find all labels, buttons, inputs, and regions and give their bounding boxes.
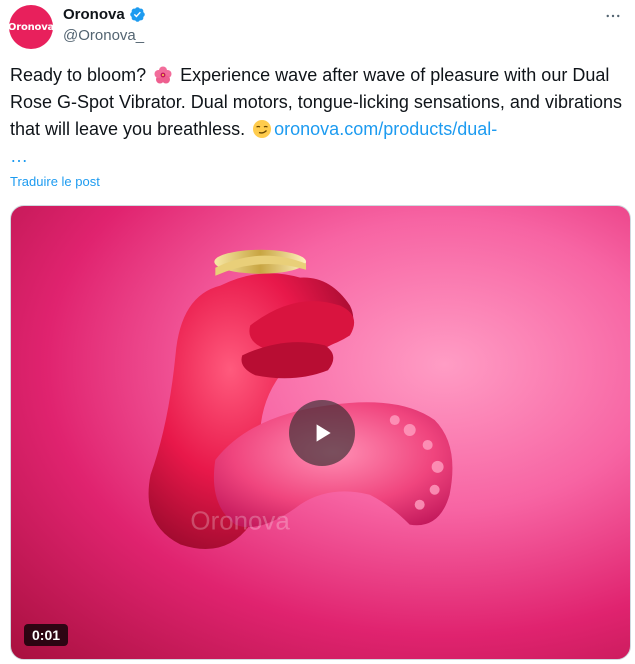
- video-watermark: Oronova: [190, 508, 290, 536]
- video-duration-badge: 0:01: [24, 624, 69, 646]
- avatar[interactable]: Oronova: [7, 5, 55, 49]
- author-name-row: Oronova: [63, 6, 146, 23]
- link-ellipsis[interactable]: …: [10, 146, 28, 166]
- display-name[interactable]: Oronova: [63, 6, 125, 23]
- more-dots-icon: [606, 14, 620, 18]
- tweet-text: Ready to bloom? Experience wave after wa…: [10, 62, 628, 170]
- smirking-face-emoji-icon: [253, 120, 272, 138]
- translate-post-link[interactable]: Traduire le post: [10, 174, 100, 189]
- tweet-text-part-1: Ready to bloom?: [10, 65, 147, 85]
- video-player[interactable]: Oronova 0:01: [10, 205, 631, 660]
- user-handle[interactable]: @Oronova_: [63, 27, 144, 44]
- hibiscus-emoji-icon: [154, 66, 172, 84]
- product-link[interactable]: oronova.com/products/dual-: [274, 119, 497, 139]
- play-icon: [316, 424, 331, 442]
- avatar-logo-text: Oronova: [7, 21, 55, 33]
- play-button[interactable]: [289, 400, 355, 466]
- more-options-button[interactable]: [601, 6, 625, 26]
- verified-badge-icon: [129, 7, 145, 22]
